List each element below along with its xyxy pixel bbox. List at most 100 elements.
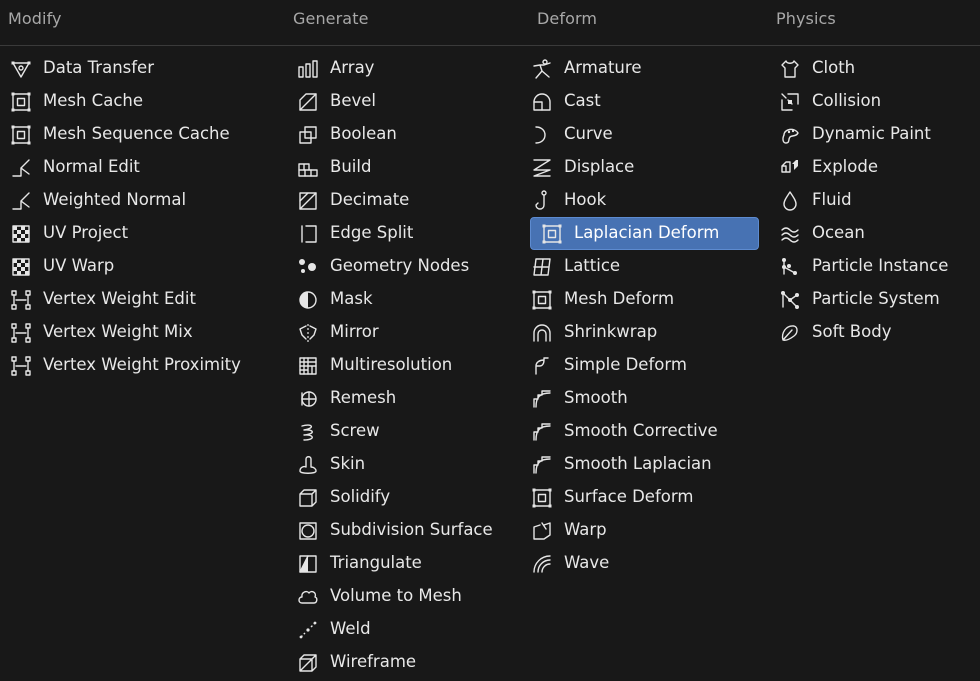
menu-item-solidify[interactable]: Solidify: [296, 481, 528, 514]
add-modifier-menu: Modify Generate Deform Physics Data Tran…: [0, 0, 980, 681]
cast-icon: [530, 90, 554, 114]
lattice-icon: [530, 255, 554, 279]
vertex-weight-edit-icon: [9, 288, 33, 312]
wireframe-icon: [296, 651, 320, 675]
fluid-icon: [778, 189, 802, 213]
surface-deform-icon: [530, 486, 554, 510]
vertex-weight-mix-icon: [9, 321, 33, 345]
menu-item-edge-split[interactable]: Edge Split: [296, 217, 528, 250]
menu-item-soft-body[interactable]: Soft Body: [778, 316, 978, 349]
menu-item-smooth-laplacian[interactable]: Smooth Laplacian: [530, 448, 759, 481]
menu-item-array[interactable]: Array: [296, 52, 528, 85]
menu-item-label: Ocean: [812, 225, 865, 242]
menu-item-hook[interactable]: Hook: [530, 184, 759, 217]
menu-item-shrinkwrap[interactable]: Shrinkwrap: [530, 316, 759, 349]
menu-item-decimate[interactable]: Decimate: [296, 184, 528, 217]
dynamic-paint-icon: [778, 123, 802, 147]
menu-item-subdivision-surface[interactable]: Subdivision Surface: [296, 514, 528, 547]
menu-item-label: Particle Instance: [812, 258, 948, 275]
menu-item-fluid[interactable]: Fluid: [778, 184, 978, 217]
menu-item-dynamic-paint[interactable]: Dynamic Paint: [778, 118, 978, 151]
skin-icon: [296, 453, 320, 477]
menu-item-particle-instance[interactable]: Particle Instance: [778, 250, 978, 283]
edge-split-icon: [296, 222, 320, 246]
soft-body-icon: [778, 321, 802, 345]
menu-item-label: Smooth Corrective: [564, 423, 718, 440]
uv-project-icon: [9, 222, 33, 246]
menu-item-smooth[interactable]: Smooth: [530, 382, 759, 415]
menu-item-ocean[interactable]: Ocean: [778, 217, 978, 250]
menu-item-label: Normal Edit: [43, 159, 140, 176]
menu-item-surface-deform[interactable]: Surface Deform: [530, 481, 759, 514]
menu-item-particle-system[interactable]: Particle System: [778, 283, 978, 316]
menu-item-label: Vertex Weight Mix: [43, 324, 193, 341]
array-icon: [296, 57, 320, 81]
menu-item-uv-project[interactable]: UV Project: [9, 217, 279, 250]
menu-item-build[interactable]: Build: [296, 151, 528, 184]
menu-item-label: Warp: [564, 522, 607, 539]
menu-item-label: Surface Deform: [564, 489, 693, 506]
menu-item-curve[interactable]: Curve: [530, 118, 759, 151]
menu-item-boolean[interactable]: Boolean: [296, 118, 528, 151]
weld-icon: [296, 618, 320, 642]
menu-item-mask[interactable]: Mask: [296, 283, 528, 316]
menu-item-vertex-weight-edit[interactable]: Vertex Weight Edit: [9, 283, 279, 316]
mesh-deform-icon: [530, 288, 554, 312]
menu-item-remesh[interactable]: Remesh: [296, 382, 528, 415]
menu-item-uv-warp[interactable]: UV Warp: [9, 250, 279, 283]
menu-item-smooth-corrective[interactable]: Smooth Corrective: [530, 415, 759, 448]
menu-item-laplacian-deform[interactable]: Laplacian Deform: [530, 217, 759, 250]
menu-item-lattice[interactable]: Lattice: [530, 250, 759, 283]
menu-item-label: Decimate: [330, 192, 409, 209]
menu-item-label: Hook: [564, 192, 606, 209]
menu-item-displace[interactable]: Displace: [530, 151, 759, 184]
menu-item-armature[interactable]: Armature: [530, 52, 759, 85]
menu-item-label: Weld: [330, 621, 371, 638]
menu-item-warp[interactable]: Warp: [530, 514, 759, 547]
menu-item-mesh-sequence-cache[interactable]: Mesh Sequence Cache: [9, 118, 279, 151]
menu-item-label: Data Transfer: [43, 60, 154, 77]
hook-icon: [530, 189, 554, 213]
smooth-laplacian-icon: [530, 453, 554, 477]
geometry-nodes-icon: [296, 255, 320, 279]
solidify-icon: [296, 486, 320, 510]
menu-item-volume-to-mesh[interactable]: Volume to Mesh: [296, 580, 528, 613]
smooth-corrective-icon: [530, 420, 554, 444]
menu-item-data-transfer[interactable]: Data Transfer: [9, 52, 279, 85]
menu-item-label: Geometry Nodes: [330, 258, 469, 275]
menu-item-label: Skin: [330, 456, 365, 473]
menu-item-label: Screw: [330, 423, 380, 440]
menu-item-vertex-weight-mix[interactable]: Vertex Weight Mix: [9, 316, 279, 349]
menu-item-cloth[interactable]: Cloth: [778, 52, 978, 85]
menu-item-vertex-weight-proximity[interactable]: Vertex Weight Proximity: [9, 349, 279, 382]
menu-item-multiresolution[interactable]: Multiresolution: [296, 349, 528, 382]
menu-item-label: Vertex Weight Proximity: [43, 357, 241, 374]
menu-item-label: Edge Split: [330, 225, 413, 242]
menu-item-weighted-normal[interactable]: Weighted Normal: [9, 184, 279, 217]
menu-item-label: Collision: [812, 93, 881, 110]
menu-item-wave[interactable]: Wave: [530, 547, 759, 580]
menu-item-geometry-nodes[interactable]: Geometry Nodes: [296, 250, 528, 283]
mirror-icon: [296, 321, 320, 345]
menu-item-wireframe[interactable]: Wireframe: [296, 646, 528, 679]
menu-item-skin[interactable]: Skin: [296, 448, 528, 481]
menu-item-triangulate[interactable]: Triangulate: [296, 547, 528, 580]
menu-item-cast[interactable]: Cast: [530, 85, 759, 118]
menu-item-label: Mask: [330, 291, 373, 308]
menu-item-normal-edit[interactable]: Normal Edit: [9, 151, 279, 184]
menu-item-weld[interactable]: Weld: [296, 613, 528, 646]
menu-item-mirror[interactable]: Mirror: [296, 316, 528, 349]
menu-item-collision[interactable]: Collision: [778, 85, 978, 118]
menu-item-mesh-cache[interactable]: Mesh Cache: [9, 85, 279, 118]
menu-item-label: Multiresolution: [330, 357, 452, 374]
collision-icon: [778, 90, 802, 114]
multiresolution-icon: [296, 354, 320, 378]
menu-item-label: UV Warp: [43, 258, 114, 275]
menu-item-mesh-deform[interactable]: Mesh Deform: [530, 283, 759, 316]
menu-item-simple-deform[interactable]: Simple Deform: [530, 349, 759, 382]
menu-item-explode[interactable]: Explode: [778, 151, 978, 184]
menu-item-screw[interactable]: Screw: [296, 415, 528, 448]
menu-item-bevel[interactable]: Bevel: [296, 85, 528, 118]
uv-warp-icon: [9, 255, 33, 279]
cloth-icon: [778, 57, 802, 81]
